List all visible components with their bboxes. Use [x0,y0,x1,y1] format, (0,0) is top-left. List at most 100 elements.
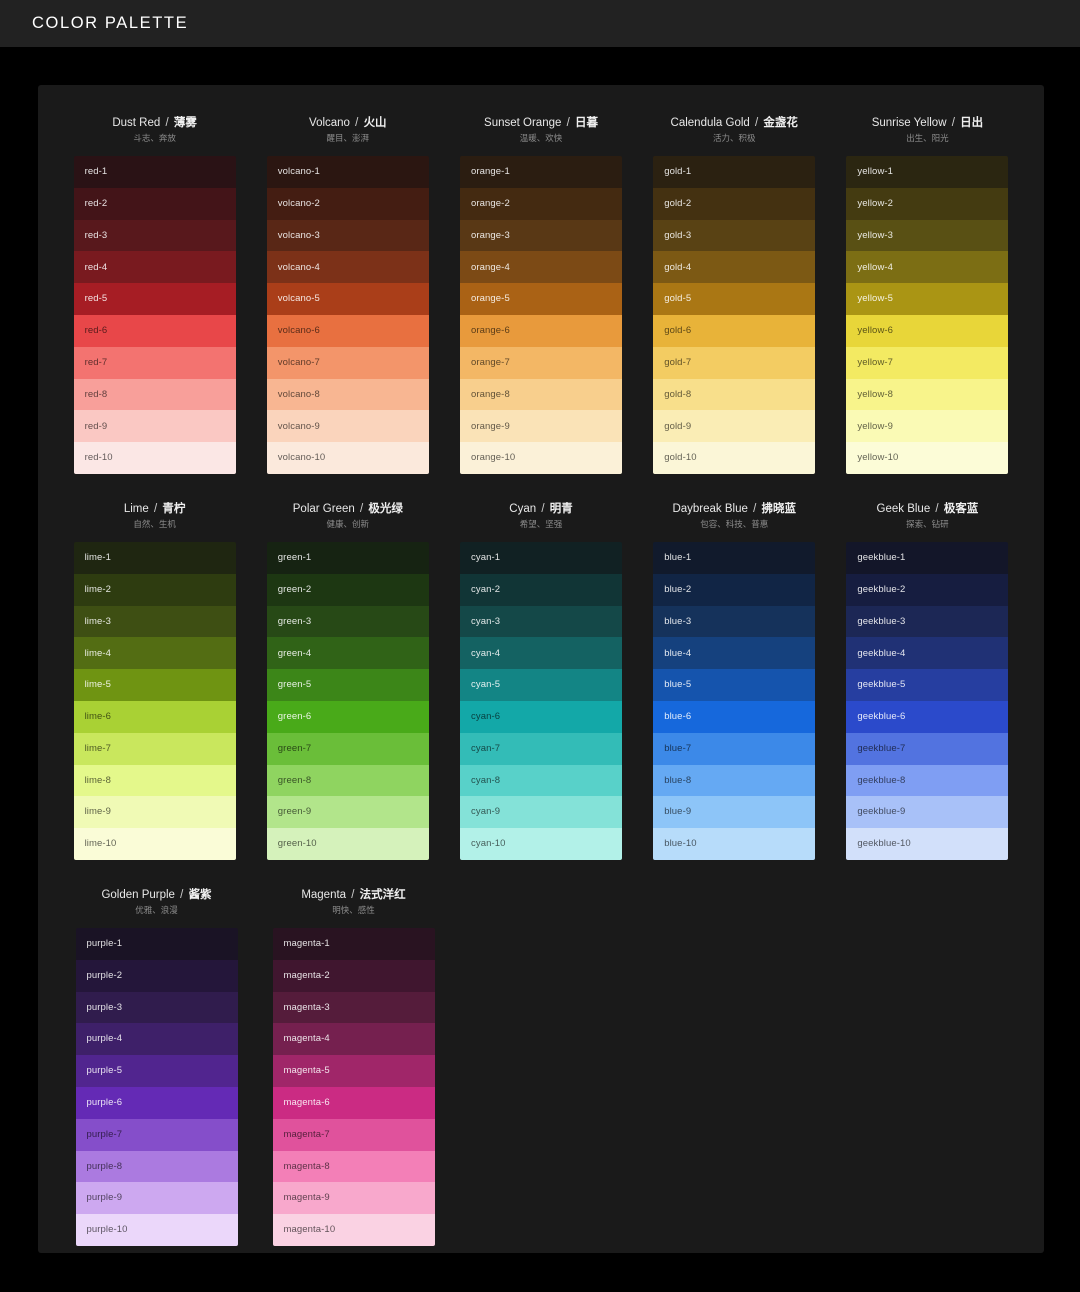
color-swatch[interactable]: lime-9 [73,796,236,829]
color-swatch[interactable]: green-3 [266,605,429,638]
color-swatch[interactable]: cyan-9 [460,796,622,829]
color-swatch[interactable]: red-7 [73,346,236,379]
color-swatch[interactable]: geekblue-9 [846,796,1009,829]
color-swatch[interactable]: gold-7 [653,346,816,379]
color-swatch[interactable]: yellow-5 [846,283,1009,315]
color-swatch[interactable]: red-1 [73,156,236,188]
color-swatch[interactable]: cyan-3 [460,605,622,638]
color-swatch[interactable]: red-10 [73,442,236,474]
color-swatch[interactable]: magenta-6 [272,1086,435,1119]
color-swatch[interactable]: purple-2 [75,959,238,992]
color-swatch[interactable]: purple-3 [75,991,238,1024]
color-swatch[interactable]: blue-5 [653,669,816,701]
color-swatch[interactable]: gold-5 [653,283,816,315]
color-swatch[interactable]: green-10 [266,828,429,860]
color-swatch[interactable]: orange-7 [460,346,622,379]
color-swatch[interactable]: purple-10 [75,1214,238,1246]
color-swatch[interactable]: yellow-4 [846,251,1009,284]
color-swatch[interactable]: cyan-2 [460,573,622,606]
color-swatch[interactable]: lime-7 [73,732,236,765]
color-swatch[interactable]: cyan-4 [460,637,622,670]
color-swatch[interactable]: orange-6 [460,314,622,347]
color-swatch[interactable]: blue-2 [653,573,816,606]
color-swatch[interactable]: yellow-9 [846,410,1009,443]
color-swatch[interactable]: yellow-2 [846,187,1009,220]
color-swatch[interactable]: blue-6 [653,700,816,733]
color-swatch[interactable]: geekblue-7 [846,732,1009,765]
color-swatch[interactable]: blue-9 [653,796,816,829]
color-swatch[interactable]: gold-10 [653,442,816,474]
color-swatch[interactable]: green-5 [266,669,429,701]
color-swatch[interactable]: volcano-4 [266,251,429,284]
color-swatch[interactable]: geekblue-1 [846,541,1009,574]
color-swatch[interactable]: green-8 [266,764,429,797]
color-swatch[interactable]: lime-6 [73,700,236,733]
color-swatch[interactable]: purple-9 [75,1182,238,1215]
color-swatch[interactable]: lime-8 [73,764,236,797]
color-swatch[interactable]: magenta-2 [272,959,435,992]
color-swatch[interactable]: magenta-5 [272,1055,435,1087]
color-swatch[interactable]: yellow-3 [846,219,1009,252]
color-swatch[interactable]: lime-3 [73,605,236,638]
color-swatch[interactable]: orange-4 [460,251,622,284]
color-swatch[interactable]: lime-5 [73,669,236,701]
color-swatch[interactable]: magenta-9 [272,1182,435,1215]
color-swatch[interactable]: orange-8 [460,378,622,411]
color-swatch[interactable]: purple-6 [75,1086,238,1119]
color-swatch[interactable]: red-8 [73,378,236,411]
color-swatch[interactable]: cyan-7 [460,732,622,765]
color-swatch[interactable]: geekblue-2 [846,573,1009,606]
color-swatch[interactable]: purple-1 [75,927,238,960]
color-swatch[interactable]: yellow-6 [846,314,1009,347]
color-swatch[interactable]: geekblue-8 [846,764,1009,797]
color-swatch[interactable]: purple-4 [75,1023,238,1056]
color-swatch[interactable]: orange-10 [460,442,622,474]
color-swatch[interactable]: magenta-7 [272,1118,435,1151]
color-swatch[interactable]: red-5 [73,283,236,315]
color-swatch[interactable]: magenta-4 [272,1023,435,1056]
color-swatch[interactable]: blue-3 [653,605,816,638]
color-swatch[interactable]: blue-10 [653,828,816,860]
color-swatch[interactable]: volcano-9 [266,410,429,443]
color-swatch[interactable]: magenta-8 [272,1150,435,1183]
color-swatch[interactable]: red-9 [73,410,236,443]
color-swatch[interactable]: gold-6 [653,314,816,347]
color-swatch[interactable]: purple-8 [75,1150,238,1183]
color-swatch[interactable]: blue-8 [653,764,816,797]
color-swatch[interactable]: cyan-6 [460,700,622,733]
color-swatch[interactable]: yellow-1 [846,156,1009,188]
color-swatch[interactable]: orange-3 [460,219,622,252]
color-swatch[interactable]: orange-2 [460,187,622,220]
color-swatch[interactable]: geekblue-4 [846,637,1009,670]
color-swatch[interactable]: volcano-10 [266,442,429,474]
color-swatch[interactable]: purple-7 [75,1118,238,1151]
color-swatch[interactable]: magenta-3 [272,991,435,1024]
color-swatch[interactable]: geekblue-5 [846,669,1009,701]
color-swatch[interactable]: orange-1 [460,156,622,188]
color-swatch[interactable]: green-9 [266,796,429,829]
color-swatch[interactable]: yellow-7 [846,346,1009,379]
color-swatch[interactable]: lime-10 [73,828,236,860]
color-swatch[interactable]: red-4 [73,251,236,284]
color-swatch[interactable]: geekblue-10 [846,828,1009,860]
color-swatch[interactable]: orange-9 [460,410,622,443]
color-swatch[interactable]: volcano-7 [266,346,429,379]
color-swatch[interactable]: green-6 [266,700,429,733]
color-swatch[interactable]: gold-1 [653,156,816,188]
color-swatch[interactable]: cyan-5 [460,669,622,701]
color-swatch[interactable]: gold-3 [653,219,816,252]
color-swatch[interactable]: magenta-1 [272,927,435,960]
color-swatch[interactable]: cyan-8 [460,764,622,797]
color-swatch[interactable]: lime-1 [73,541,236,574]
color-swatch[interactable]: yellow-10 [846,442,1009,474]
color-swatch[interactable]: gold-4 [653,251,816,284]
color-swatch[interactable]: green-2 [266,573,429,606]
color-swatch[interactable]: green-1 [266,541,429,574]
color-swatch[interactable]: gold-2 [653,187,816,220]
color-swatch[interactable]: geekblue-3 [846,605,1009,638]
color-swatch[interactable]: volcano-8 [266,378,429,411]
color-swatch[interactable]: volcano-5 [266,283,429,315]
color-swatch[interactable]: orange-5 [460,283,622,315]
color-swatch[interactable]: volcano-3 [266,219,429,252]
color-swatch[interactable]: red-2 [73,187,236,220]
